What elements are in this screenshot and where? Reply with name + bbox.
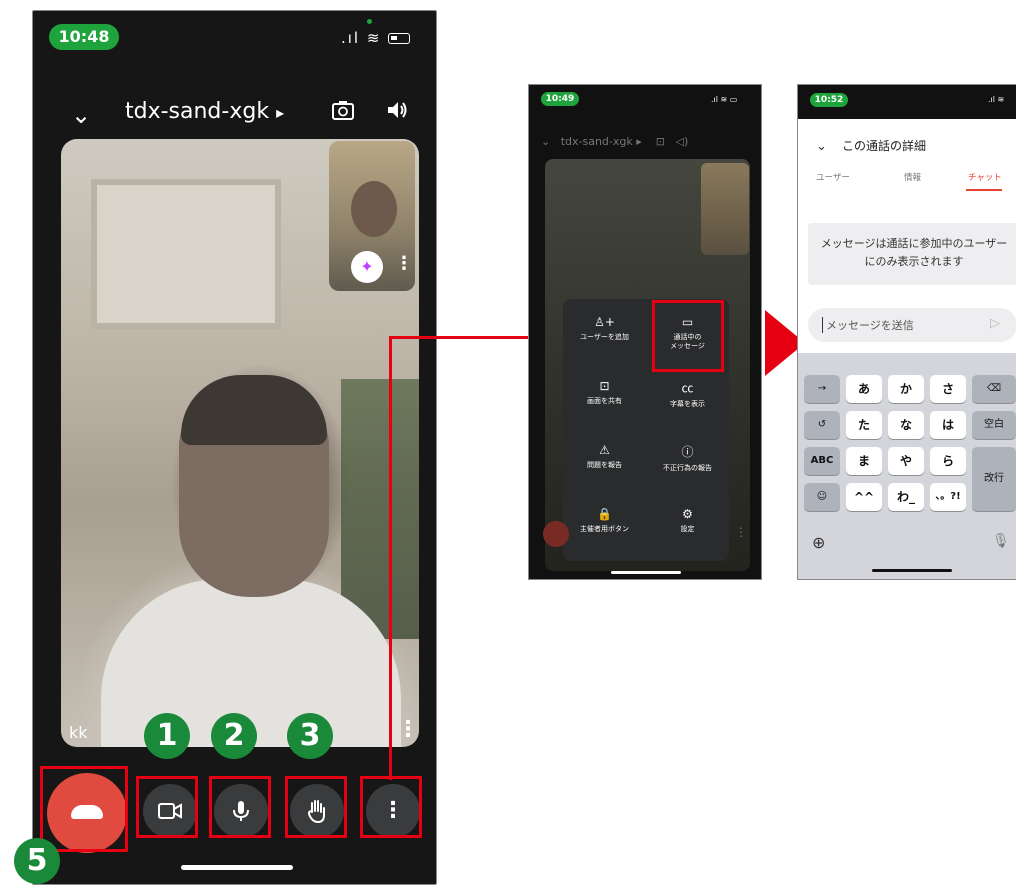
message-placeholder: メッセージを送信 bbox=[826, 319, 914, 332]
self-view-tile[interactable]: ✦ ⋮ bbox=[329, 141, 415, 291]
captions-icon: ㏄ bbox=[681, 381, 694, 395]
notice-text: メッセージは通話に参加中のユーザーにのみ表示されます bbox=[820, 237, 1008, 268]
key-punctuation[interactable]: 、。?! bbox=[930, 483, 966, 511]
wifi-icon: ≋ bbox=[366, 29, 382, 47]
status-icons: .ıl ≋ bbox=[988, 95, 1005, 104]
key-ya[interactable]: や bbox=[888, 447, 924, 475]
key-ra[interactable]: ら bbox=[930, 447, 966, 475]
phone-menu-screen: 10:49 .ıl ≋ ▭ ⌄ tdx-sand-xgk ▸ ⊡ ◁) ♙+ ユ… bbox=[528, 84, 762, 580]
highlight-microphone bbox=[209, 776, 271, 838]
home-indicator bbox=[611, 571, 681, 574]
highlight-more-options bbox=[360, 776, 422, 838]
status-icons: .ıl ≋ bbox=[341, 29, 411, 47]
sheet-title: この通話の詳細 bbox=[842, 139, 927, 153]
callout-badge-5: 5 bbox=[14, 838, 60, 884]
key-sa[interactable]: さ bbox=[930, 375, 966, 403]
menu-item-settings[interactable]: ⚙ 設定 bbox=[646, 507, 729, 534]
home-indicator bbox=[872, 569, 952, 572]
send-icon[interactable]: ▷ bbox=[990, 316, 1000, 331]
key-backspace[interactable]: ⌫ bbox=[972, 375, 1016, 403]
host-controls-icon: 🔒 bbox=[597, 507, 612, 521]
active-tab-indicator bbox=[966, 189, 1002, 191]
abuse-icon: ⓘ bbox=[681, 445, 694, 459]
menu-item-report-problem[interactable]: ⚠ 問題を報告 bbox=[563, 443, 646, 470]
menu-item-add-user[interactable]: ♙+ ユーザーを追加 bbox=[563, 315, 646, 342]
status-icons: .ıl ≋ ▭ bbox=[711, 95, 738, 104]
callout-badge-3: 3 bbox=[287, 713, 333, 759]
tab-users[interactable]: ユーザー bbox=[816, 171, 850, 183]
meeting-code-title[interactable]: tdx-sand-xgk ▸ bbox=[125, 99, 284, 124]
battery-icon bbox=[388, 33, 411, 44]
key-arrow[interactable]: → bbox=[804, 375, 840, 403]
highlight-raise-hand bbox=[285, 776, 347, 838]
menu-item-report-abuse[interactable]: ⓘ 不正行為の報告 bbox=[646, 443, 729, 473]
present-icon: ⊡ bbox=[599, 379, 610, 393]
highlight-end-call bbox=[40, 766, 128, 852]
callout-badge-1: 1 bbox=[144, 713, 190, 759]
more-vertical-icon: ⋮ bbox=[735, 525, 747, 539]
key-space[interactable]: 空白 bbox=[972, 411, 1016, 439]
highlight-camera bbox=[136, 776, 198, 838]
speaker-icon: ◁) bbox=[675, 135, 689, 148]
key-ma[interactable]: ま bbox=[846, 447, 882, 475]
key-emoji[interactable]: ☺ bbox=[804, 483, 840, 511]
key-ka[interactable]: か bbox=[888, 375, 924, 403]
background-frame bbox=[91, 179, 281, 329]
settings-icon: ⚙ bbox=[682, 507, 693, 521]
meeting-code: tdx-sand-xgk ▸ bbox=[560, 135, 642, 148]
chevron-down-icon[interactable]: ⌄ bbox=[816, 139, 827, 154]
self-more-icon[interactable]: ⋮ bbox=[395, 253, 413, 274]
chevron-down-icon: ⌄ bbox=[541, 135, 551, 148]
key-kaomoji[interactable]: ^^ bbox=[846, 483, 882, 511]
camera-indicator-dot bbox=[367, 19, 372, 24]
home-indicator bbox=[181, 865, 293, 870]
tab-info[interactable]: 情報 bbox=[904, 171, 921, 183]
meeting-header-dimmed: ⌄ tdx-sand-xgk ▸ ⊡ ◁) bbox=[541, 135, 688, 148]
text-cursor bbox=[822, 317, 823, 333]
self-view-tile bbox=[701, 163, 749, 255]
key-abc[interactable]: ABC bbox=[804, 447, 840, 475]
key-undo[interactable]: ↺ bbox=[804, 411, 840, 439]
self-face bbox=[351, 181, 397, 237]
signal-icon: .ıl bbox=[341, 29, 361, 47]
person-add-icon: ♙+ bbox=[594, 315, 615, 329]
play-arrow-icon: ▸ bbox=[276, 103, 285, 122]
menu-item-host-controls[interactable]: 🔒 主催者用ボタン bbox=[563, 507, 646, 534]
connector-vertical bbox=[389, 336, 392, 780]
chevron-down-icon[interactable]: ⌄ bbox=[71, 101, 91, 129]
phone-chat-screen: 10:52 .ıl ≋ ⌄ この通話の詳細 ユーザー 情報 チャット メッセージ… bbox=[797, 84, 1016, 580]
end-call-button bbox=[543, 521, 569, 547]
status-time: 10:48 bbox=[49, 24, 119, 50]
message-input[interactable]: メッセージを送信 ▷ bbox=[808, 308, 1016, 342]
key-ta[interactable]: た bbox=[846, 411, 882, 439]
status-time: 10:52 bbox=[810, 93, 848, 107]
microphone-icon[interactable]: 🎙 bbox=[992, 533, 1010, 549]
highlight-in-call-messages bbox=[652, 300, 724, 372]
menu-item-share-screen[interactable]: ⊡ 画面を共有 bbox=[563, 379, 646, 406]
chat-notice: メッセージは通話に参加中のユーザーにのみ表示されます bbox=[808, 223, 1016, 285]
keyboard: → あ か さ ⌫ ↺ た な は 空白 ABC ま や ら 改行 ☺ ^^ わ… bbox=[798, 353, 1016, 579]
tab-chat[interactable]: チャット bbox=[968, 171, 1002, 183]
switch-camera-icon: ⊡ bbox=[655, 135, 665, 148]
key-a[interactable]: あ bbox=[846, 375, 882, 403]
participant-name-label: kk bbox=[69, 723, 88, 742]
background-plant bbox=[341, 379, 419, 639]
key-ha[interactable]: は bbox=[930, 411, 966, 439]
meeting-code: tdx-sand-xgk bbox=[125, 99, 270, 124]
key-return[interactable]: 改行 bbox=[972, 447, 1016, 511]
key-na[interactable]: な bbox=[888, 411, 924, 439]
key-wa[interactable]: わ_ bbox=[888, 483, 924, 511]
effects-sparkle-icon[interactable]: ✦ bbox=[351, 251, 383, 283]
callout-badge-2: 2 bbox=[211, 713, 257, 759]
menu-item-captions[interactable]: ㏄ 字幕を表示 bbox=[646, 379, 729, 409]
status-time: 10:49 bbox=[541, 92, 579, 106]
person-hair bbox=[181, 375, 327, 445]
report-icon: ⚠ bbox=[599, 443, 610, 457]
switch-camera-icon[interactable] bbox=[331, 99, 355, 127]
globe-icon[interactable]: ⊕ bbox=[812, 533, 825, 552]
speaker-icon[interactable] bbox=[385, 99, 409, 127]
tile-more-icon[interactable]: ⋮ bbox=[397, 717, 419, 742]
